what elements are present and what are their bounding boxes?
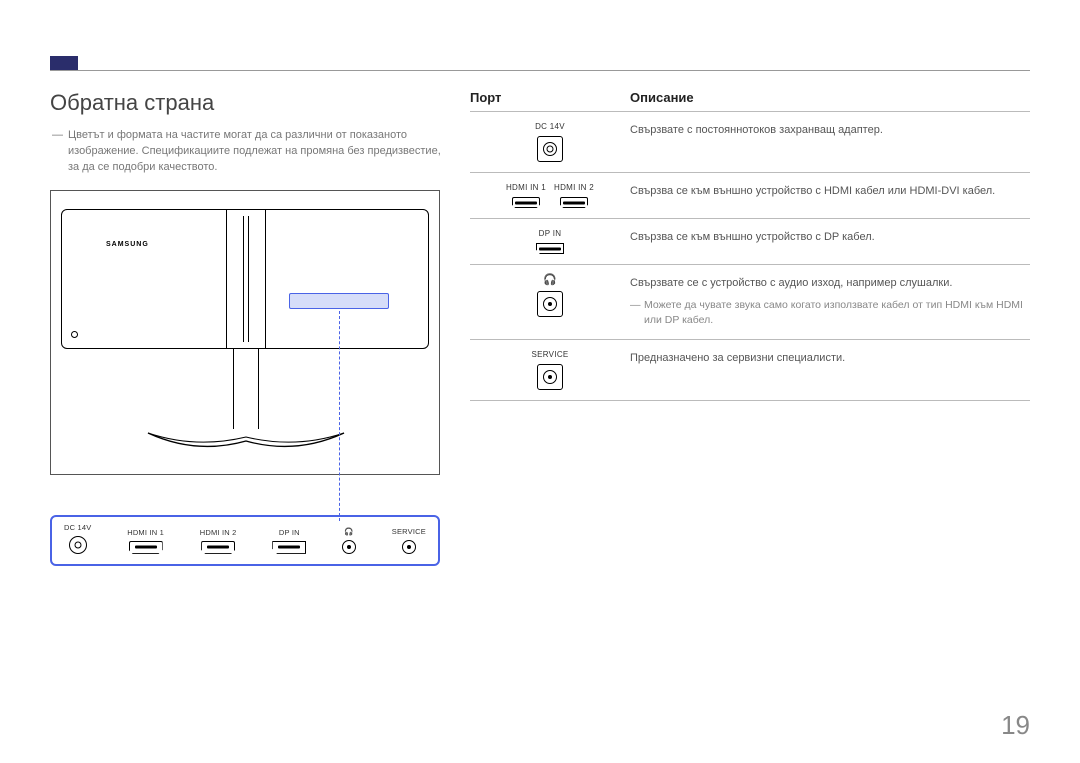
hdmi-icon — [512, 197, 540, 208]
row-desc: Свързва се към външно устройство с HDMI … — [630, 183, 1030, 200]
hdmi-icon — [129, 541, 163, 554]
row-port-label: SERVICE — [470, 350, 630, 359]
audio-jack-icon — [342, 540, 356, 554]
port-label: HDMI IN 1 — [127, 528, 164, 537]
port-label: DP IN — [272, 528, 306, 537]
table-row: SERVICE Предназначено за сервизни специа… — [470, 339, 1030, 401]
table-header: Порт Описание — [470, 90, 1030, 111]
page-number: 19 — [1001, 710, 1030, 741]
dp-icon — [272, 541, 306, 554]
table-row: HDMI IN 1 HDMI IN 2 Свързва се към външн… — [470, 172, 1030, 218]
row-port-label: DC 14V — [470, 122, 630, 131]
monitor-stand-top — [226, 209, 266, 349]
disclaimer-note: Цветът и формата на частите могат да са … — [50, 128, 450, 176]
monitor-foot — [146, 427, 346, 457]
port-headphone: 🎧 — [342, 528, 356, 554]
service-jack-icon — [402, 540, 416, 554]
monitor-rear-illustration: SAMSUNG — [50, 190, 440, 475]
headphone-icon: 🎧 — [342, 528, 356, 536]
port-highlight-box — [289, 293, 389, 309]
col-desc-header: Описание — [630, 90, 1030, 105]
service-jack-icon — [537, 364, 563, 390]
hdmi-icon — [201, 541, 235, 554]
table-row: 🎧 Свързвате се с устройство с аудио изхо… — [470, 264, 1030, 339]
headphone-icon: 🎧 — [470, 275, 630, 286]
callout-dashed-line — [339, 311, 340, 521]
table-row: DP IN Свързва се към външно устройство с… — [470, 218, 1030, 264]
port-dc: DC 14V — [64, 523, 91, 554]
port-dp: DP IN — [272, 528, 306, 554]
dc-jack-icon — [69, 536, 87, 554]
audio-jack-icon — [537, 291, 563, 317]
row-port-label: DP IN — [470, 229, 630, 238]
row-desc: Свързва се към външно устройство с DP ка… — [630, 229, 1030, 246]
port-hdmi1: HDMI IN 1 — [127, 528, 164, 554]
dc-jack-icon — [537, 136, 563, 162]
row-desc: Предназначено за сервизни специалисти. — [630, 350, 1030, 367]
monitor-stand-neck — [233, 349, 259, 429]
monitor-brand-label: SAMSUNG — [106, 241, 149, 248]
hdmi-icon — [560, 197, 588, 208]
port-service: SERVICE — [392, 527, 426, 554]
row-port-label: HDMI IN 2 — [554, 183, 594, 192]
page-content: Обратна страна Цветът и формата на части… — [50, 90, 1030, 566]
row-port-label: HDMI IN 1 — [506, 183, 546, 192]
col-port-header: Порт — [470, 90, 630, 105]
port-label: HDMI IN 2 — [200, 528, 237, 537]
dp-icon — [536, 243, 564, 254]
port-hdmi2: HDMI IN 2 — [200, 528, 237, 554]
right-column: Порт Описание DC 14V Свързвате с постоян… — [450, 90, 1030, 566]
accent-bar — [50, 56, 78, 70]
port-label: DC 14V — [64, 523, 91, 532]
row-desc: Свързвате се с устройство с аудио изход,… — [630, 277, 952, 289]
row-subnote: Можете да чувате звука само когато изпол… — [630, 298, 1030, 330]
page-title: Обратна страна — [50, 90, 450, 116]
table-row: DC 14V Свързвате с постояннотоков захран… — [470, 111, 1030, 172]
left-column: Обратна страна Цветът и формата на части… — [50, 90, 450, 566]
row-desc: Свързвате с постояннотоков захранващ ада… — [630, 122, 1030, 139]
monitor-button-icon — [71, 331, 78, 338]
enlarged-port-panel: DC 14V HDMI IN 1 HDMI IN 2 DP IN 🎧 SERVI… — [50, 515, 440, 566]
top-rule — [50, 70, 1030, 71]
port-label: SERVICE — [392, 527, 426, 536]
